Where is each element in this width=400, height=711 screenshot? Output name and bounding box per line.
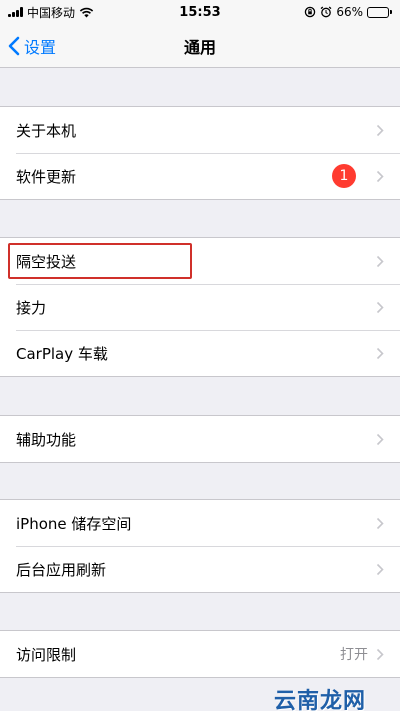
back-button-label: 设置 [24,38,57,57]
cell-about-label: 关于本机 [16,121,77,140]
back-button[interactable]: 设置 [8,24,56,68]
rotation-lock-icon [305,6,316,18]
cell-about[interactable]: 关于本机 [0,107,400,153]
cell-restrictions[interactable]: 访问限制 打开 [0,631,400,677]
chevron-right-icon [376,433,384,445]
carrier-label: 中国移动 [27,5,76,20]
watermark: 云南龙网 [273,689,366,711]
settings-group-accessibility: 辅助功能 [0,415,400,463]
cell-iphone-storage[interactable]: iPhone 储存空间 [0,500,400,546]
chevron-right-icon [376,301,384,313]
cell-background-refresh-label: 后台应用刷新 [16,560,107,579]
signal-icon [8,7,23,17]
chevron-left-icon [8,36,20,56]
cell-accessibility-label: 辅助功能 [16,430,77,449]
chevron-right-icon [376,563,384,575]
cell-handoff[interactable]: 接力 [0,284,400,330]
alarm-icon [320,6,332,18]
settings-group-storage: iPhone 储存空间 后台应用刷新 [0,499,400,593]
chevron-right-icon [376,255,384,267]
cell-restrictions-label: 访问限制 [16,645,77,664]
cell-software-update[interactable]: 软件更新 1 [0,153,400,199]
cell-carplay-label: CarPlay 车载 [16,344,108,363]
battery-percent: 66% [336,5,363,19]
settings-group-airdrop: 隔空投送 接力 CarPlay 车载 [0,237,400,377]
cell-background-refresh[interactable]: 后台应用刷新 [0,546,400,592]
cell-airdrop[interactable]: 隔空投送 [0,238,400,284]
battery-icon [367,6,392,18]
restrictions-status: 打开 [340,647,368,663]
chevron-right-icon [376,648,384,660]
chevron-right-icon [376,347,384,359]
chevron-right-icon [376,170,384,182]
settings-group-restrictions: 访问限制 打开 [0,630,400,678]
nav-bar: 设置 通用 [0,24,400,68]
cell-handoff-label: 接力 [16,298,47,317]
wifi-icon [79,7,94,17]
update-badge: 1 [332,164,356,188]
status-bar: 中国移动 15:53 66% [0,0,400,24]
cell-iphone-storage-label: iPhone 储存空间 [16,514,132,533]
chevron-right-icon [376,124,384,136]
chevron-right-icon [376,517,384,529]
cell-airdrop-label: 隔空投送 [16,252,77,271]
cell-software-update-label: 软件更新 [16,167,77,186]
settings-group-about: 关于本机 软件更新 1 [0,106,400,200]
page-title: 通用 [183,37,216,57]
cell-carplay[interactable]: CarPlay 车载 [0,330,400,376]
cell-accessibility[interactable]: 辅助功能 [0,416,400,462]
